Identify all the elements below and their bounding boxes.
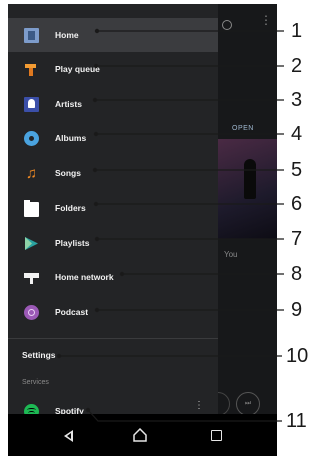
callout-number: 3	[291, 89, 303, 111]
callout-number: 2	[291, 55, 303, 77]
callout-number: 7	[291, 228, 303, 250]
callout-number: 5	[291, 159, 303, 181]
callout-number: 1	[291, 20, 303, 42]
callout-number: 6	[291, 193, 303, 215]
callout-number: 9	[291, 299, 303, 321]
callout-number: 8	[291, 263, 303, 285]
callout-number: 11	[286, 410, 307, 432]
callout-number: 4	[291, 123, 303, 145]
callout-number: 10	[286, 345, 309, 367]
callout-lines	[56, 28, 284, 422]
